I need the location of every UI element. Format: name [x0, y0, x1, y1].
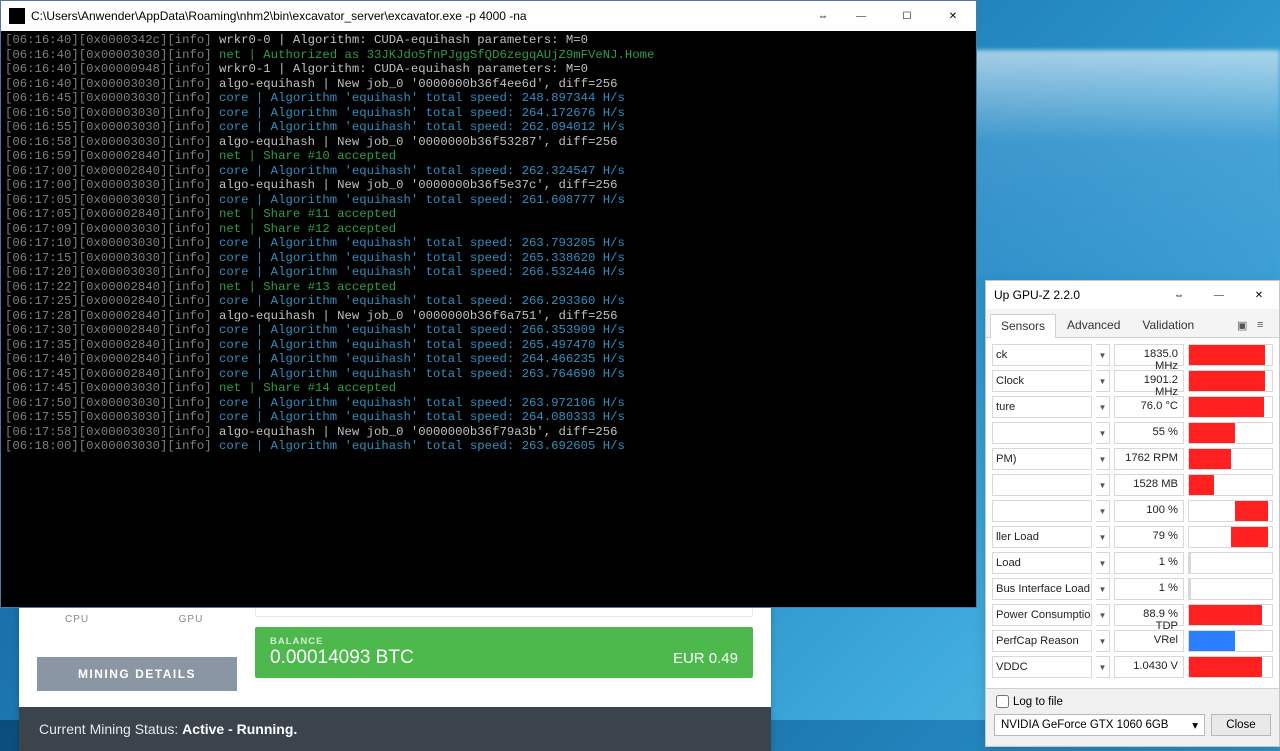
- sensor-dropdown[interactable]: ▼: [1096, 422, 1110, 444]
- balance-card: BALANCE 0.00014093 BTC EUR 0.49: [255, 627, 753, 678]
- sensor-name: Load: [992, 552, 1092, 574]
- sensor-value: 1901.2 MHz: [1114, 370, 1184, 392]
- sensor-value: 1.0430 V: [1114, 656, 1184, 678]
- sensor-row: Clock ▼ 1901.2 MHz: [992, 368, 1273, 394]
- sensor-name: ture: [992, 396, 1092, 418]
- sensor-value: 88.9 % TDP: [1114, 604, 1184, 626]
- sensor-name: PerfCap Reason: [992, 630, 1092, 652]
- sensor-row: Bus Interface Load ▼ 1 %: [992, 576, 1273, 602]
- sensor-row: ck ▼ 1835.0 MHz: [992, 342, 1273, 368]
- sensor-dropdown[interactable]: ▼: [1096, 396, 1110, 418]
- gpuz-close-button[interactable]: Close: [1211, 714, 1271, 736]
- sensor-value: 1762 RPM: [1114, 448, 1184, 470]
- close-button[interactable]: ✕: [1239, 281, 1279, 309]
- sensor-dropdown[interactable]: ▼: [1096, 656, 1110, 678]
- gpuz-title: Up GPU-Z 2.2.0: [994, 288, 1159, 302]
- sensor-value: 1528 MB: [1114, 474, 1184, 496]
- gpuz-window: Up GPU-Z 2.2.0 ⇔ — ✕ Sensors Advanced Va…: [985, 280, 1280, 747]
- sensor-name: PM): [992, 448, 1092, 470]
- sensor-value: 1 %: [1114, 552, 1184, 574]
- sensor-row: Load ▼ 1 %: [992, 550, 1273, 576]
- sensor-name: ck: [992, 344, 1092, 366]
- sensor-bar: [1188, 448, 1273, 470]
- sensor-bar: [1188, 422, 1273, 444]
- sensor-bar: [1188, 344, 1273, 366]
- sensor-bar: [1188, 552, 1273, 574]
- sensor-row: ▼ 1528 MB: [992, 472, 1273, 498]
- sensor-value: 76.0 °C: [1114, 396, 1184, 418]
- sensor-bar: [1188, 578, 1273, 600]
- gpuz-tabs: Sensors Advanced Validation ▣ ≡: [986, 309, 1279, 338]
- gpu-select[interactable]: NVIDIA GeForce GTX 1060 6GB▾: [994, 714, 1205, 736]
- close-button[interactable]: ✕: [930, 1, 976, 31]
- sensor-bar: [1188, 474, 1273, 496]
- sensor-name: [992, 422, 1092, 444]
- sensor-value: VRel: [1114, 630, 1184, 652]
- sensor-bar: [1188, 630, 1273, 652]
- sensor-bar: [1188, 656, 1273, 678]
- log-to-file-checkbox[interactable]: [996, 695, 1009, 708]
- minimize-button[interactable]: —: [1199, 281, 1239, 309]
- console-title: C:\Users\Anwender\AppData\Roaming\nhm2\b…: [31, 9, 808, 23]
- sensor-row: ller Load ▼ 79 %: [992, 524, 1273, 550]
- sensor-dropdown[interactable]: ▼: [1096, 344, 1110, 366]
- console-titlebar[interactable]: C:\Users\Anwender\AppData\Roaming\nhm2\b…: [1, 1, 976, 31]
- sensor-bar: [1188, 396, 1273, 418]
- sensor-row: VDDC ▼ 1.0430 V: [992, 654, 1273, 680]
- sensor-value: 100 %: [1114, 500, 1184, 522]
- app-icon: [9, 8, 25, 24]
- sensor-dropdown[interactable]: ▼: [1096, 474, 1110, 496]
- sensor-dropdown[interactable]: ▼: [1096, 448, 1110, 470]
- sensor-dropdown[interactable]: ▼: [1096, 578, 1110, 600]
- sensor-name: [992, 474, 1092, 496]
- unpin-icon[interactable]: ⇔: [808, 1, 838, 31]
- sensor-row: PerfCap Reason ▼ VRel: [992, 628, 1273, 654]
- sensor-value: 79 %: [1114, 526, 1184, 548]
- sensor-row: Power Consumption ▼ 88.9 % TDP: [992, 602, 1273, 628]
- sensor-row: ▼ 55 %: [992, 420, 1273, 446]
- tab-advanced[interactable]: Advanced: [1056, 313, 1131, 337]
- mining-details-button[interactable]: MINING DETAILS: [37, 657, 237, 691]
- sensor-name: Bus Interface Load: [992, 578, 1092, 600]
- sensor-name: ller Load: [992, 526, 1092, 548]
- sensor-dropdown[interactable]: ▼: [1096, 370, 1110, 392]
- minimize-button[interactable]: —: [838, 1, 884, 31]
- sensor-value: 55 %: [1114, 422, 1184, 444]
- chevron-down-icon: ▾: [1192, 718, 1198, 732]
- sensor-name: Clock: [992, 370, 1092, 392]
- camera-icon[interactable]: ▣: [1237, 319, 1251, 331]
- menu-icon[interactable]: ≡: [1257, 319, 1271, 331]
- unpin-icon[interactable]: ⇔: [1159, 281, 1199, 309]
- sensor-dropdown[interactable]: ▼: [1096, 552, 1110, 574]
- sensor-value: 1835.0 MHz: [1114, 344, 1184, 366]
- mining-status-bar: Current Mining Status: Active - Running.: [19, 707, 771, 751]
- sensor-name: VDDC: [992, 656, 1092, 678]
- sensor-dropdown[interactable]: ▼: [1096, 630, 1110, 652]
- sensor-name: [992, 500, 1092, 522]
- sensor-row: PM) ▼ 1762 RPM: [992, 446, 1273, 472]
- sensor-dropdown[interactable]: ▼: [1096, 604, 1110, 626]
- sensor-name: Power Consumption: [992, 604, 1092, 626]
- console-window: C:\Users\Anwender\AppData\Roaming\nhm2\b…: [0, 0, 977, 608]
- gpuz-titlebar[interactable]: Up GPU-Z 2.2.0 ⇔ — ✕: [986, 281, 1279, 309]
- tab-validation[interactable]: Validation: [1131, 313, 1205, 337]
- sensor-row: ture ▼ 76.0 °C: [992, 394, 1273, 420]
- sensor-dropdown[interactable]: ▼: [1096, 526, 1110, 548]
- tab-sensors[interactable]: Sensors: [990, 314, 1056, 338]
- gpuz-sensors: ck ▼ 1835.0 MHz Clock ▼ 1901.2 MHz ture …: [986, 338, 1279, 688]
- log-to-file-label: Log to file: [1013, 696, 1063, 708]
- sensor-value: 1 %: [1114, 578, 1184, 600]
- sensor-row: ▼ 100 %: [992, 498, 1273, 524]
- sensor-dropdown[interactable]: ▼: [1096, 500, 1110, 522]
- sensor-bar: [1188, 500, 1273, 522]
- sensor-bar: [1188, 370, 1273, 392]
- sensor-bar: [1188, 604, 1273, 626]
- maximize-button[interactable]: ☐: [884, 1, 930, 31]
- sensor-bar: [1188, 526, 1273, 548]
- console-output[interactable]: [06:16:40][0x0000342c][info] wrkr0-0 | A…: [1, 31, 976, 607]
